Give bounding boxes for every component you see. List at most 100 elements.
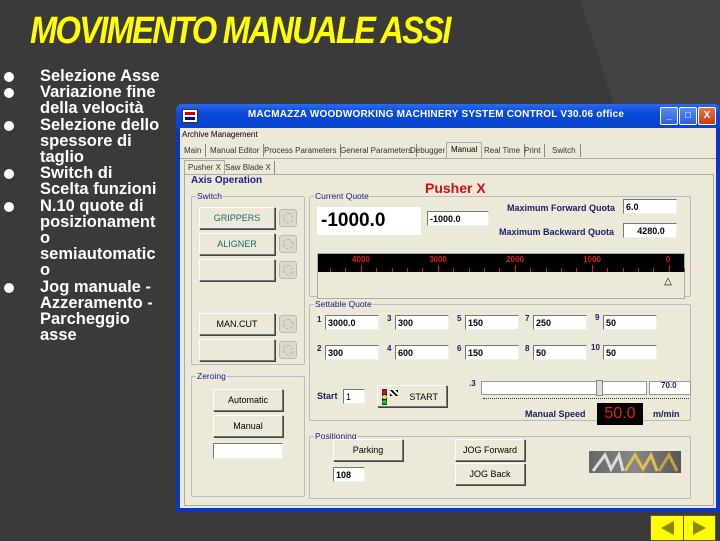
aligner-status-icon [279,235,297,253]
switch-3-status-icon [279,261,297,279]
quote-input[interactable]: 50 [603,315,657,330]
tab-process-parameters[interactable]: Process Parameters [260,144,342,157]
speed-min-label: .3 [469,379,476,388]
tab-manual-editor[interactable]: Manual Editor [206,144,265,157]
scale-tick [330,268,331,272]
max-backward-input[interactable]: 4280.0 [623,223,677,238]
scale-tick [345,268,347,272]
next-slide-button[interactable] [683,516,716,540]
slide-navigation [650,515,716,541]
man-cut-button[interactable]: MAN.CUT [199,313,275,335]
start-button-label: START [409,392,438,402]
max-backward-label: Maximum Backward Quota [499,227,615,237]
grippers-button[interactable]: GRIPPERS [199,207,275,229]
traffic-light-icon [382,389,387,405]
bullet-item: Selezione Asse [0,68,180,84]
tab-pusher-x[interactable]: Pusher X [184,160,225,174]
speed-max-label: 70.0 [661,381,677,390]
zeroing-input[interactable] [213,443,283,459]
maximize-button[interactable]: □ [679,107,697,125]
quote-input[interactable]: 150 [465,315,519,330]
bullet-dot-icon [4,72,14,82]
tab-print[interactable]: Print [520,144,546,157]
position-marker-icon: △ [664,276,672,287]
speed-slider-thumb[interactable] [595,380,603,396]
bullet-item: Jog manuale - Azzeramento - Parcheggio a… [0,278,180,343]
quote-number: 6 [457,344,462,353]
scale-tick [407,268,408,272]
max-forward-input[interactable]: 6.0 [623,199,677,214]
close-button[interactable]: X [698,107,716,125]
jog-back-button[interactable]: JOG Back [455,463,525,485]
scale-label: 0 [665,255,671,264]
scale-label: 2000 [506,255,524,264]
tab-real-time[interactable]: Real Time [480,144,526,157]
man-cut-status-icon [279,315,297,333]
bullet-text: Variazione fine della velocità [40,83,156,118]
parking-input[interactable]: 108 [333,467,365,482]
scale-tick [391,268,393,272]
current-quote-value: -1000.0 [317,207,421,235]
automatic-zeroing-button[interactable]: Automatic [213,389,283,411]
scale-tick [514,265,516,272]
quote-input[interactable]: 3000.0 [325,315,379,330]
axis-operation-panel: Axis Operation Pusher X Switch GRIPPERS … [184,174,714,506]
tab-main[interactable]: Main [180,144,207,157]
axis-operation-label: Axis Operation [191,175,263,186]
bullet-item: Selezione dello spessore di taglio [0,115,180,167]
scale-tick [360,265,362,272]
max-forward-label: Maximum Forward Quota [507,203,616,213]
quote-input[interactable]: 250 [533,315,587,330]
scale-tick [422,268,424,272]
aligner-button[interactable]: ALIGNER [199,233,275,255]
tab-saw-blade-x[interactable]: Saw Blade X [222,161,275,174]
bullet-text: Selezione dello spessore di taglio [40,115,160,167]
mm-logo [589,451,681,473]
scale-label: 3000 [429,255,447,264]
current-quote-input[interactable]: -1000.0 [427,211,489,226]
quote-input[interactable]: 300 [395,315,449,330]
title-bar[interactable]: MACMAZZA WOODWORKING MACHINERY SYSTEM CO… [176,104,720,128]
bullet-list: Selezione Asse Variazione fine della vel… [0,68,180,343]
bullet-dot-icon [4,201,14,212]
menu-archive-management[interactable]: Archive Management [182,130,258,139]
tab-manual[interactable]: Manual [446,142,483,158]
manual-speed-display: 50.0 [597,403,643,425]
scale-tick [484,268,485,272]
start-input[interactable]: 1 [343,389,365,404]
tab-debugger[interactable]: Debugger [406,144,451,157]
tab-switch[interactable]: Switch [548,144,581,157]
quote-input[interactable]: 150 [465,345,519,360]
triangle-left-icon [661,521,674,535]
quote-number: 2 [317,344,322,353]
switch-button-5[interactable] [199,339,275,361]
minimize-button[interactable]: _ [660,107,678,125]
zeroing-label: Zeroing [197,371,226,381]
window-client: Archive Management Main Manual Editor Pr… [180,128,716,508]
previous-slide-button[interactable] [651,516,683,540]
switch-button-3[interactable] [199,259,275,281]
bullet-item: N.10 quote di posizionament o semiautoma… [0,197,180,279]
quote-input[interactable]: 50 [533,345,587,360]
grippers-status-icon [279,209,297,227]
bullet-dot-icon [4,169,14,180]
bullet-item: Switch di Scelta funzioni [0,164,180,199]
quote-number: 8 [525,344,530,353]
scale-tick [437,265,439,272]
quote-input[interactable]: 50 [603,345,657,360]
bullet-text: Switch di Scelta funzioni [40,164,157,199]
start-button[interactable]: START [377,385,447,407]
scale-tick [591,265,593,272]
scale-tick [376,268,378,272]
quote-input[interactable]: 600 [395,345,449,360]
bullet-item: Variazione fine della velocità [0,83,180,118]
speed-slider[interactable] [481,380,647,396]
manual-zeroing-button[interactable]: Manual [213,415,283,437]
menu-bar: Archive Management [180,128,716,142]
scale-tick [530,268,532,272]
quote-input[interactable]: 300 [325,345,379,360]
bullet-dot-icon [4,88,14,99]
parking-button[interactable]: Parking [333,439,403,461]
tab-general-parameters[interactable]: General Parameters [336,144,418,157]
jog-forward-button[interactable]: JOG Forward [455,439,525,461]
